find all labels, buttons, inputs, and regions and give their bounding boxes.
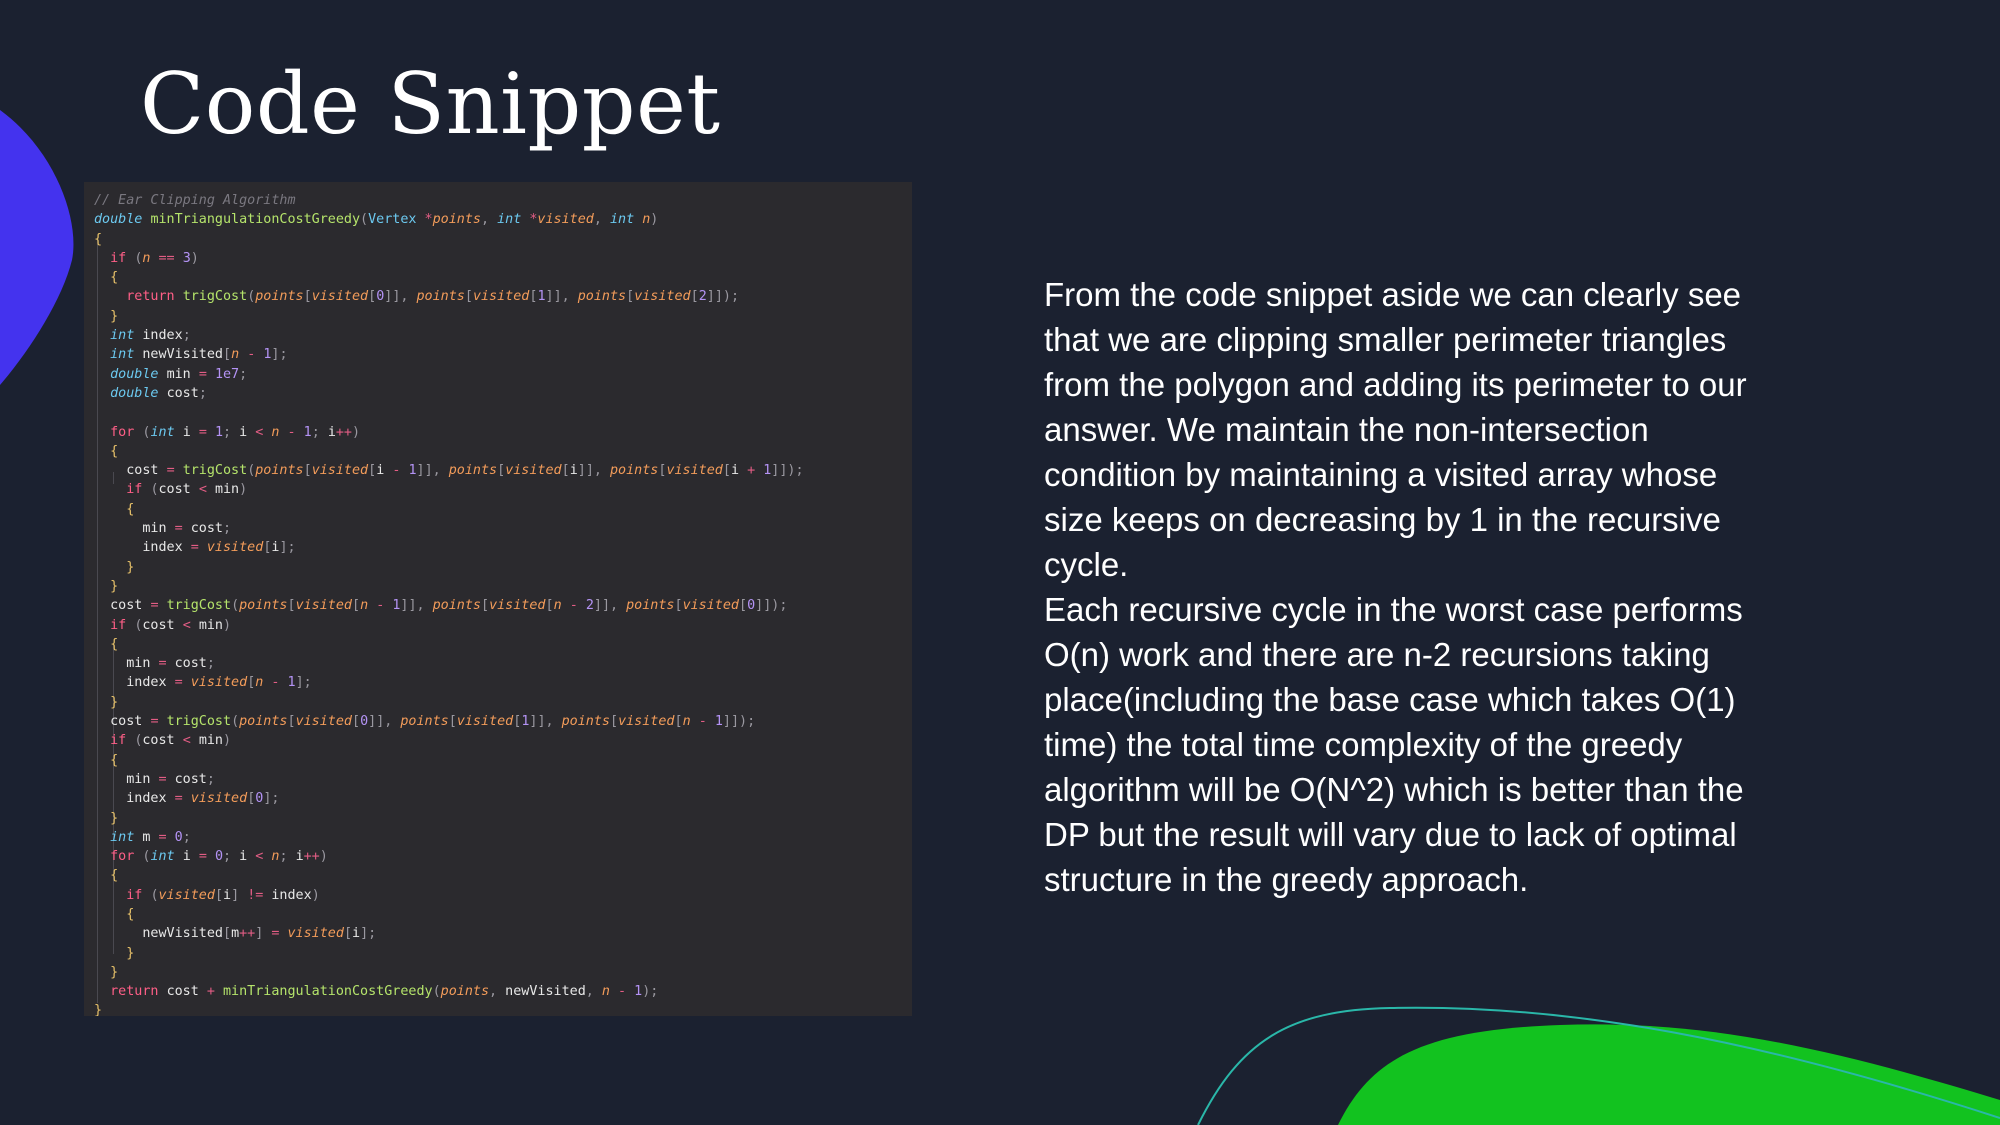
code-line: } [126,559,135,575]
code-line: if (cost < min) [126,482,248,498]
code-line: index = visited[n - 1]; [126,675,312,691]
code-line: return trigCost(points[visited[0]], poin… [126,289,739,305]
code-line: min = cost; [142,521,232,537]
code-line: double minTriangulationCostGreedy(Vertex… [94,212,659,228]
code-line: cost = trigCost(points[visited[i - 1]], … [126,463,804,479]
code-line: for (int i = 1; i < n - 1; i++) [110,424,361,440]
code-line: if (cost < min) [110,617,232,633]
code-line: newVisited[m++] = visited[i]; [142,926,377,942]
code-line: // Ear Clipping Algorithm [94,193,296,208]
code-line: { [126,501,135,517]
code-line: double min = 1e7; [110,366,248,382]
code-line: index = visited[0]; [126,791,280,807]
code-line: cost = trigCost(points[visited[0]], poin… [110,714,756,730]
code-line: if (cost < min) [110,733,232,749]
code-line: return cost + minTriangulationCostGreedy… [110,984,659,1000]
code-snippet-panel: // Ear Clipping Algorithm double minTrian… [84,182,912,1016]
description-paragraph-1: From the code snippet aside we can clear… [1044,276,1747,583]
code-line: { [110,443,119,459]
code-block: // Ear Clipping Algorithm double minTrian… [94,191,804,1016]
code-line: } [110,578,119,594]
code-line: { [110,868,119,884]
code-line: if (n == 3) [110,250,199,266]
code-line: { [110,752,119,768]
slide-title: Code Snippet [140,55,721,153]
code-line: for (int i = 0; i < n; i++) [110,849,328,865]
code-line: min = cost; [126,771,215,787]
code-line: { [110,270,119,286]
code-line: { [94,231,103,247]
code-line: { [110,636,119,652]
code-line: } [110,694,119,710]
code-line: { [126,906,135,922]
code-line: } [110,810,119,826]
description-text: From the code snippet aside we can clear… [1044,272,1784,902]
code-line: cost = trigCost(points[visited[n - 1]], … [110,598,788,614]
blue-blob-shape [0,110,74,385]
code-line: int newVisited[n - 1]; [110,347,288,363]
code-line: min = cost; [126,656,215,672]
code-line: if (visited[i] != index) [126,887,320,903]
code-line: } [94,1003,103,1016]
code-line: int index; [110,328,191,344]
green-wave-shape [1338,1024,2000,1125]
code-line: index = visited[i]; [142,540,296,556]
code-line: } [110,308,119,324]
code-line: } [110,964,119,980]
description-paragraph-2: Each recursive cycle in the worst case p… [1044,591,1744,898]
code-line: double cost; [110,385,207,401]
code-line: } [126,945,135,961]
code-line: int m = 0; [110,829,191,845]
